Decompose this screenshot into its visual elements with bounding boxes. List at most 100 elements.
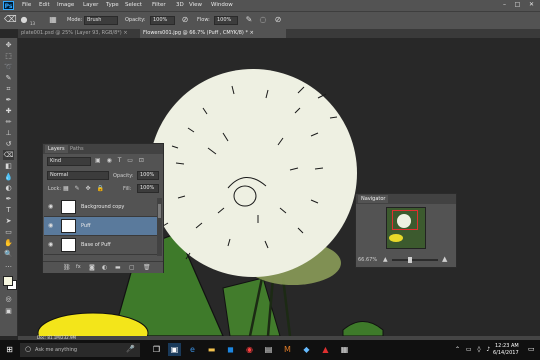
type-tool-icon[interactable]: T <box>3 205 14 215</box>
menu-3d[interactable]: 3D <box>176 2 184 9</box>
layer-opacity-field[interactable]: 100% <box>137 171 159 180</box>
menu-layer[interactable]: Layer <box>83 2 98 9</box>
erase-history-icon[interactable]: ◌ <box>258 15 268 25</box>
lasso-tool-icon[interactable]: ➰ <box>3 62 14 72</box>
eyedropper-tool-icon[interactable]: ✒ <box>3 95 14 105</box>
screen-mode-icon[interactable]: ▣ <box>3 306 14 316</box>
airbrush-icon[interactable]: ✎ <box>244 15 254 25</box>
menu-view[interactable]: View <box>189 2 202 9</box>
app-icon-red[interactable]: ◉ <box>243 343 256 356</box>
store-icon[interactable]: ◼ <box>224 343 237 356</box>
quick-mask-icon[interactable]: ◎ <box>3 294 14 304</box>
layer-row-puff[interactable]: ◉ Puff <box>44 217 157 236</box>
fill-field[interactable]: 100% <box>137 184 159 193</box>
windows-start-icon[interactable]: ⊞ <box>3 343 16 356</box>
crop-tool-icon[interactable]: ⌗ <box>3 84 14 94</box>
mask-icon[interactable]: ◙ <box>89 264 95 271</box>
shape-tool-icon[interactable]: ▭ <box>3 227 14 237</box>
layer-row-background-copy[interactable]: ◉ Background copy <box>44 198 157 217</box>
minimize-button[interactable]: – <box>500 1 509 9</box>
mode-select[interactable]: Brush <box>84 16 118 25</box>
dodge-tool-icon[interactable]: ◐ <box>3 183 14 193</box>
adjustment-icon[interactable]: ◐ <box>102 264 107 271</box>
more-tools-icon[interactable]: … <box>3 260 14 270</box>
quick-select-tool-icon[interactable]: ✎ <box>3 73 14 83</box>
clock-date[interactable]: 6/14/2017 <box>493 350 519 356</box>
move-tool-icon[interactable]: ✥ <box>3 40 14 50</box>
new-layer-icon[interactable]: ▢ <box>129 264 135 271</box>
close-button[interactable]: ✕ <box>527 1 536 9</box>
menu-edit[interactable]: Edit <box>39 2 50 9</box>
menu-image[interactable]: Image <box>57 2 74 9</box>
task-view-icon[interactable]: ❐ <box>150 343 163 356</box>
app-icon-grid[interactable]: ▦ <box>338 343 351 356</box>
blur-tool-icon[interactable]: 💧 <box>3 172 14 182</box>
menu-filter[interactable]: Filter <box>152 2 166 9</box>
navigator-view-box[interactable] <box>392 210 418 230</box>
path-selection-tool-icon[interactable]: ➤ <box>3 216 14 226</box>
menu-select[interactable]: Select <box>125 2 142 9</box>
lock-icons[interactable]: ▦ ✎ ✥ 🔒 <box>63 185 106 192</box>
kind-filter-select[interactable]: Kind <box>47 157 91 166</box>
options-bar: ⌫ ● 13 ▦ Mode: Brush Opacity: 100% ⊘ Flo… <box>0 11 540 30</box>
eraser-tool-icon[interactable]: ⌫ <box>3 150 14 160</box>
zoom-tool-icon[interactable]: 🔍 <box>3 249 14 259</box>
acrobat-icon[interactable]: ▲ <box>319 343 332 356</box>
file-explorer-icon[interactable]: ▬ <box>205 343 218 356</box>
link-icon[interactable]: ⛓ <box>63 264 71 271</box>
flow-field[interactable]: 100% <box>214 16 238 25</box>
fx-icon[interactable]: fx <box>76 264 81 270</box>
app-icon-notes[interactable]: ▤ <box>262 343 275 356</box>
notification-icon[interactable]: ▭ <box>528 345 535 353</box>
foreground-color-swatch[interactable] <box>3 276 13 286</box>
layers-scrollbar[interactable] <box>157 198 162 256</box>
pressure-opacity-icon[interactable]: ⊘ <box>180 15 190 25</box>
tab-plate001[interactable]: plate001.psd @ 25% (Layer 93, RGB/8*) × <box>18 29 140 38</box>
pressure-size-icon[interactable]: ⊘ <box>273 15 283 25</box>
visibility-eye-icon[interactable]: ◉ <box>48 222 53 229</box>
app-icon-m[interactable]: M <box>281 343 294 356</box>
history-brush-tool-icon[interactable]: ↺ <box>3 139 14 149</box>
layer-row-base-of-puff[interactable]: ◉ Base of Puff <box>44 236 157 255</box>
folder-icon[interactable]: ▬ <box>115 264 121 271</box>
marquee-tool-icon[interactable]: ⬚ <box>3 51 14 61</box>
clone-stamp-tool-icon[interactable]: ⊥ <box>3 128 14 138</box>
zoom-out-icon[interactable]: ▲ <box>383 256 388 263</box>
brush-tool-icon[interactable]: ✏ <box>3 117 14 127</box>
menu-file[interactable]: File <box>22 2 31 9</box>
brush-preset-icon[interactable]: ● <box>19 15 29 25</box>
app-icon-blue[interactable]: ◆ <box>300 343 313 356</box>
menu-window[interactable]: Window <box>211 2 233 9</box>
tab-navigator[interactable]: Navigator <box>358 195 389 203</box>
brush-panel-icon[interactable]: ▦ <box>48 15 58 25</box>
tab-paths[interactable]: Paths <box>67 145 87 153</box>
hand-tool-icon[interactable]: ✋ <box>3 238 14 248</box>
visibility-eye-icon[interactable]: ◉ <box>48 241 53 248</box>
photoshop-taskbar-icon[interactable]: ▣ <box>168 343 181 356</box>
navigator-zoom-value[interactable]: 66.67% <box>358 257 377 263</box>
zoom-in-icon[interactable]: ▲ <box>442 255 447 263</box>
edge-browser-icon[interactable]: e <box>186 343 199 356</box>
scrollbar-thumb[interactable] <box>158 204 161 218</box>
zoom-slider-thumb[interactable] <box>408 257 412 263</box>
gradient-tool-icon[interactable]: ◧ <box>3 161 14 171</box>
search-box[interactable]: ○ Ask me anything 🎤 <box>20 343 140 357</box>
tab-layers[interactable]: Layers <box>45 145 68 153</box>
visibility-eye-icon[interactable]: ◉ <box>48 203 53 210</box>
photoshop-logo: Ps <box>3 1 14 10</box>
healing-brush-tool-icon[interactable]: ✚ <box>3 106 14 116</box>
eraser-icon[interactable]: ⌫ <box>4 15 17 25</box>
blend-mode-select[interactable]: Normal <box>47 171 109 180</box>
tab-flowers001[interactable]: Flowers001.jpg @ 66.7% (Puff , CMYK/8) *… <box>140 29 286 38</box>
trash-icon[interactable]: 🗑 <box>143 264 151 271</box>
clock-time[interactable]: 12:23 AM <box>495 343 519 349</box>
navigator-thumbnail[interactable] <box>386 207 426 249</box>
dandelion-puff <box>149 69 357 277</box>
menu-type[interactable]: Type <box>106 2 119 9</box>
zoom-slider[interactable] <box>392 257 438 263</box>
filter-icons[interactable]: ▣ ◉ T ▭ ⊡ <box>95 157 146 164</box>
pen-tool-icon[interactable]: ✒ <box>3 194 14 204</box>
opacity-field[interactable]: 100% <box>150 16 175 25</box>
maximize-button[interactable]: □ <box>513 1 522 9</box>
system-tray-icons[interactable]: ⌃ ▭ ◊ ♪ <box>455 346 492 353</box>
